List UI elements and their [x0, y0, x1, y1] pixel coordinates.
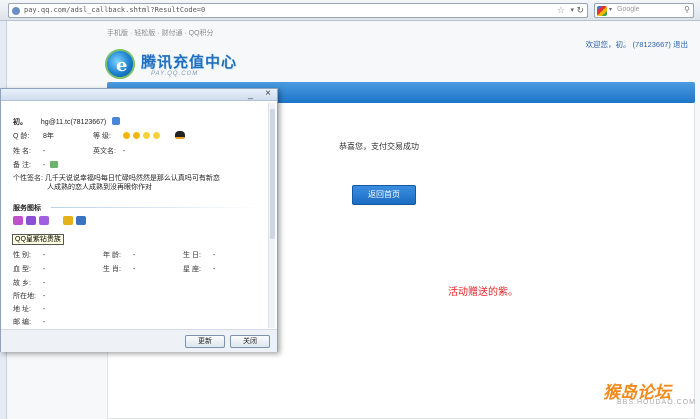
level-label: 等 级: [93, 133, 111, 140]
upload-icon[interactable] [112, 117, 121, 125]
sun-icon [122, 132, 130, 139]
refresh-button[interactable]: 更新 [185, 335, 225, 348]
q-age-row: Q 龄: 8年 [13, 131, 54, 141]
site-favicon-icon [12, 7, 20, 15]
dialog-titlebar[interactable]: _ × [1, 88, 277, 101]
search-box[interactable]: ▾ Google ⚲ [594, 3, 694, 18]
scroll-thumb[interactable] [270, 109, 275, 239]
yellow-diamond-icon[interactable] [26, 216, 36, 225]
minimize-icon[interactable]: _ [248, 89, 253, 99]
logo-icon: e [105, 49, 135, 79]
google-icon[interactable] [597, 6, 607, 16]
postcode-value: - [42, 319, 46, 326]
remark-row: 备 注: - [13, 160, 59, 170]
zodiac-value: - [132, 266, 136, 273]
address-value: - [42, 306, 46, 313]
birthday-row: 生 日: - [183, 250, 215, 260]
qq-space-icon[interactable] [76, 216, 86, 225]
purple-diamond-icon[interactable] [13, 216, 23, 225]
constellation-value: - [212, 266, 216, 273]
gender-row: 性 别: - [13, 250, 45, 260]
success-message: 恭喜您，支付交易成功 [339, 142, 419, 151]
signature-label: 个性签名: [13, 175, 43, 182]
remark-label: 备 注: [13, 162, 31, 169]
hometown-row: 故 乡: - [13, 278, 45, 288]
site-logo-subtext: PAY.QQ.COM [151, 71, 199, 77]
top-nav-links[interactable]: 手机版 · 轻松版 · 财付通 · QQ积分 [107, 28, 214, 38]
postcode-row: 邮 编: - [13, 317, 45, 327]
location-row: 所在地: - [13, 291, 45, 301]
gender-value: - [42, 252, 46, 259]
postcode-label: 邮 编: [13, 319, 31, 326]
location-label: 所在地: [13, 293, 36, 300]
moon-icon [152, 132, 160, 139]
gift-note: 活动赠送的紫。 [448, 287, 518, 298]
moon-icon [142, 132, 150, 139]
service-icons-title: 服务图标 [13, 205, 41, 212]
blood-type-label: 血 型: [13, 266, 31, 273]
account-text: hg@11.tc(78123667) [40, 119, 107, 126]
sun-icon [132, 132, 140, 139]
back-home-button[interactable]: 返回首页 [352, 185, 416, 205]
edit-remark-icon[interactable] [50, 161, 59, 168]
search-icon[interactable]: ⚲ [684, 5, 690, 14]
age-row: 年 龄: - [103, 250, 135, 260]
section-divider [51, 207, 266, 208]
constellation-label: 星 座: [183, 266, 201, 273]
signature-line1: 几千天说说幸福吗每日忙碌吗然然是那么认真吗可有新恋 [44, 175, 220, 182]
history-dropdown-icon[interactable]: ▾ [570, 6, 574, 14]
reload-icon[interactable]: ↻ [576, 5, 584, 16]
blood-type-row: 血 型: - [13, 264, 45, 274]
welcome-text[interactable]: 欢迎您，初。 (78123667) 退出 [585, 39, 688, 50]
search-placeholder: Google [617, 6, 640, 13]
bookmark-star-icon[interactable]: ☆ [557, 5, 565, 16]
qq-penguin-icon [174, 131, 185, 139]
address-text: pay.qq.com/adsl_callback.shtml?ResultCod… [24, 6, 206, 14]
address-bar[interactable]: pay.qq.com/adsl_callback.shtml?ResultCod… [8, 3, 588, 18]
zodiac-label: 生 肖: [103, 266, 121, 273]
signature-line2: 人成熟的恋人成熟到没再眼你作对 [47, 184, 152, 191]
name-label: 姓 名: [13, 148, 31, 155]
birthday-label: 生 日: [183, 252, 201, 259]
hometown-value: - [42, 280, 46, 287]
address-row: 地 址: - [13, 304, 45, 314]
identity-row: 初。 hg@11.tc(78123667) [13, 117, 121, 127]
close-icon[interactable]: × [265, 88, 271, 99]
birthday-value: - [212, 252, 216, 259]
blood-type-value: - [42, 266, 46, 273]
remark-value: - [42, 162, 46, 169]
english-name-label: 英文名: [93, 148, 116, 155]
nickname: 初。 [13, 119, 27, 126]
watermark-subtext: BBS.HOUDAO.COM [617, 399, 696, 406]
engine-dropdown-icon[interactable]: ▾ [609, 6, 612, 13]
dialog-scrollbar[interactable] [268, 103, 275, 328]
service-tooltip: QQ皇紫钻贵族 [12, 234, 64, 245]
address-label: 地 址: [13, 306, 31, 313]
q-age-value: 8年 [42, 133, 54, 140]
q-age-label: Q 龄: [13, 133, 30, 140]
location-value: - [42, 293, 46, 300]
hometown-label: 故 乡: [13, 280, 31, 287]
zodiac-row: 生 肖: - [103, 264, 135, 274]
age-value: - [132, 252, 136, 259]
english-name-value: - [122, 148, 126, 155]
name-row: 姓 名: - [13, 146, 45, 156]
qq-profile-dialog: _ × 初。 hg@11.tc(78123667) Q 龄: 8年 等 级: 姓… [0, 88, 278, 352]
browser-toolbar: pay.qq.com/adsl_callback.shtml?ResultCod… [0, 0, 700, 21]
qq-show-icon[interactable] [63, 216, 73, 225]
gender-label: 性 别: [13, 252, 31, 259]
close-button[interactable]: 关闭 [230, 335, 270, 348]
level-row: 等 级: [93, 131, 185, 141]
red-diamond-icon[interactable] [39, 216, 49, 225]
name-value: - [42, 148, 46, 155]
english-name-row: 英文名: - [93, 146, 125, 156]
constellation-row: 星 座: - [183, 264, 215, 274]
site-logo-text: 腾讯充值中心 [141, 54, 238, 71]
age-label: 年 龄: [103, 252, 121, 259]
